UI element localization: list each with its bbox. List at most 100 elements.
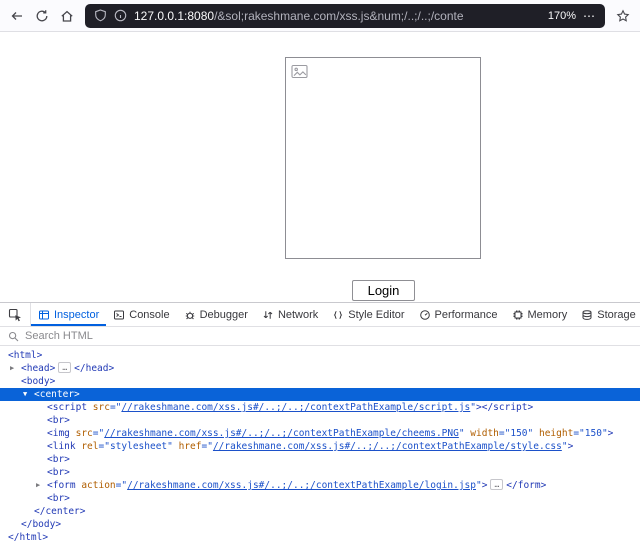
- devtools-tab-label: Network: [278, 309, 318, 321]
- markup-token-tag: <script: [47, 402, 87, 413]
- devtools-tab-label: Debugger: [200, 309, 248, 321]
- markup-line[interactable]: ▶ <form action="//rakeshmane.com/xss.js#/…: [0, 479, 640, 492]
- collapse-arrow-icon[interactable]: ▼: [23, 388, 27, 401]
- markup-line[interactable]: <script src="//rakeshmane.com/xss.js#/..…: [0, 401, 640, 414]
- info-icon[interactable]: [114, 9, 127, 22]
- markup-line[interactable]: </center>: [0, 505, 640, 518]
- markup-token-attr: src: [70, 428, 93, 439]
- markup-token-tag: </html>: [8, 532, 48, 543]
- markup-token-attr: action: [76, 480, 116, 491]
- pick-element-icon[interactable]: [0, 303, 31, 326]
- devtools-panel: Inspector Console Debugger Network Style Edi…: [0, 302, 640, 558]
- markup-line[interactable]: <br>: [0, 492, 640, 505]
- markup-token-link[interactable]: //rakeshmane.com/xss.js#/..;/..;/context…: [104, 428, 459, 439]
- url-text: 127.0.0.1:8080/&sol;rakeshmane.com/xss.j…: [134, 9, 541, 23]
- markup-token-tag: <img: [47, 428, 70, 439]
- markup-token-eq: =": [93, 428, 104, 439]
- markup-token-link[interactable]: //rakeshmane.com/xss.js#/..;/..;/context…: [121, 402, 470, 413]
- broken-image-icon: [291, 63, 309, 80]
- markup-token-tag: >: [568, 441, 574, 452]
- markup-token-attr: href: [173, 441, 202, 452]
- ellipsis-badge[interactable]: …: [490, 479, 503, 490]
- expand-arrow-icon[interactable]: ▶: [10, 362, 14, 375]
- devtools-tab-label: Performance: [435, 309, 498, 321]
- devtools-tabbar-tabs: Inspector Console Debugger Network Style Edi…: [31, 303, 640, 326]
- markup-token-tag: </head>: [74, 363, 114, 374]
- devtools-tab-memory[interactable]: Memory: [505, 303, 575, 326]
- markup-token-val: stylesheet: [110, 441, 167, 452]
- markup-token-tag: <form: [47, 480, 76, 491]
- devtools-tab-console[interactable]: Console: [106, 303, 176, 326]
- url-path: /&sol;rakeshmane.com/xss.js&num;/..;/..;…: [214, 9, 463, 23]
- home-icon[interactable]: [60, 9, 74, 23]
- devtools-tab-storage[interactable]: Storage: [574, 303, 640, 326]
- markup-token-tag: <br>: [47, 454, 70, 465]
- markup-token-tag: <br>: [47, 415, 70, 426]
- markup-token-attr: height: [533, 428, 573, 439]
- markup-token-attr: width: [465, 428, 499, 439]
- markup-token-val: 150: [510, 428, 527, 439]
- markup-token-link[interactable]: //rakeshmane.com/xss.js#/..;/..;/context…: [213, 441, 562, 452]
- markup-line[interactable]: <html>: [0, 349, 640, 362]
- back-icon[interactable]: [10, 9, 24, 23]
- ellipsis-badge[interactable]: …: [58, 362, 71, 373]
- markup-token-attr: src: [87, 402, 110, 413]
- style-editor-icon: [332, 309, 344, 321]
- markup-line-selected[interactable]: ▼ <center>: [0, 388, 640, 401]
- inspector-icon: [38, 309, 50, 321]
- devtools-tab-network[interactable]: Network: [255, 303, 325, 326]
- markup-token-eq: =": [573, 428, 584, 439]
- devtools-search-input[interactable]: [25, 330, 632, 342]
- login-button[interactable]: Login: [352, 280, 415, 301]
- shield-icon[interactable]: [94, 9, 107, 22]
- devtools-tab-inspector[interactable]: Inspector: [31, 303, 106, 326]
- markup-line[interactable]: </body>: [0, 518, 640, 531]
- devtools-tab-debugger[interactable]: Debugger: [177, 303, 255, 326]
- markup-token-tag: <body>: [21, 376, 55, 387]
- markup-line[interactable]: <br>: [0, 466, 640, 479]
- devtools-tab-style-editor[interactable]: Style Editor: [325, 303, 411, 326]
- network-icon: [262, 309, 274, 321]
- devtools-search-bar: [0, 327, 640, 346]
- markup-token-tag: <br>: [47, 493, 70, 504]
- markup-line[interactable]: <link rel="stylesheet" href="//rakeshman…: [0, 440, 640, 453]
- star-icon[interactable]: [616, 9, 630, 23]
- markup-token-tag: <link: [47, 441, 76, 452]
- devtools-tab-performance[interactable]: Performance: [412, 303, 505, 326]
- devtools-tab-label: Memory: [528, 309, 568, 321]
- markup-token-tag: <br>: [47, 467, 70, 478]
- memory-icon: [512, 309, 524, 321]
- broken-image-placeholder: [285, 57, 481, 259]
- markup-line[interactable]: <br>: [0, 453, 640, 466]
- markup-token-tag: <html>: [8, 350, 42, 361]
- markup-token-tag: </body>: [21, 519, 61, 530]
- markup-token-eq: =": [99, 441, 110, 452]
- search-icon: [8, 331, 19, 342]
- markup-line[interactable]: <body>: [0, 375, 640, 388]
- devtools-tab-label: Storage: [597, 309, 636, 321]
- markup-token-tag: </center>: [34, 506, 85, 517]
- zoom-level-button[interactable]: 170%: [548, 10, 576, 22]
- url-host: 127.0.0.1:8080: [134, 9, 214, 23]
- devtools-tab-label: Console: [129, 309, 169, 321]
- markup-token-tag: >: [482, 480, 488, 491]
- performance-icon: [419, 309, 431, 321]
- markup-line[interactable]: <img src="//rakeshmane.com/xss.js#/..;/.…: [0, 427, 640, 440]
- markup-line[interactable]: <br>: [0, 414, 640, 427]
- devtools-tab-label: Style Editor: [348, 309, 404, 321]
- markup-token-link[interactable]: //rakeshmane.com/xss.js#/..;/..;/context…: [127, 480, 476, 491]
- markup-line[interactable]: ▶ <head>…</head>: [0, 362, 640, 375]
- markup-token-tag: ></script>: [476, 402, 533, 413]
- markup-token-tag: </form>: [506, 480, 546, 491]
- url-bar[interactable]: 127.0.0.1:8080/&sol;rakeshmane.com/xss.j…: [85, 4, 605, 28]
- markup-token-eq: =": [499, 428, 510, 439]
- markup-token-eq: =": [202, 441, 213, 452]
- markup-token-eq: =": [116, 480, 127, 491]
- reload-icon[interactable]: [35, 9, 49, 23]
- markup-token-tag: <head>: [21, 363, 55, 374]
- console-icon: [113, 309, 125, 321]
- page-actions-icon[interactable]: ⋯: [583, 9, 596, 23]
- markup-line[interactable]: </html>: [0, 531, 640, 544]
- expand-arrow-icon[interactable]: ▶: [36, 479, 40, 492]
- markup-token-tag: <center>: [34, 389, 80, 400]
